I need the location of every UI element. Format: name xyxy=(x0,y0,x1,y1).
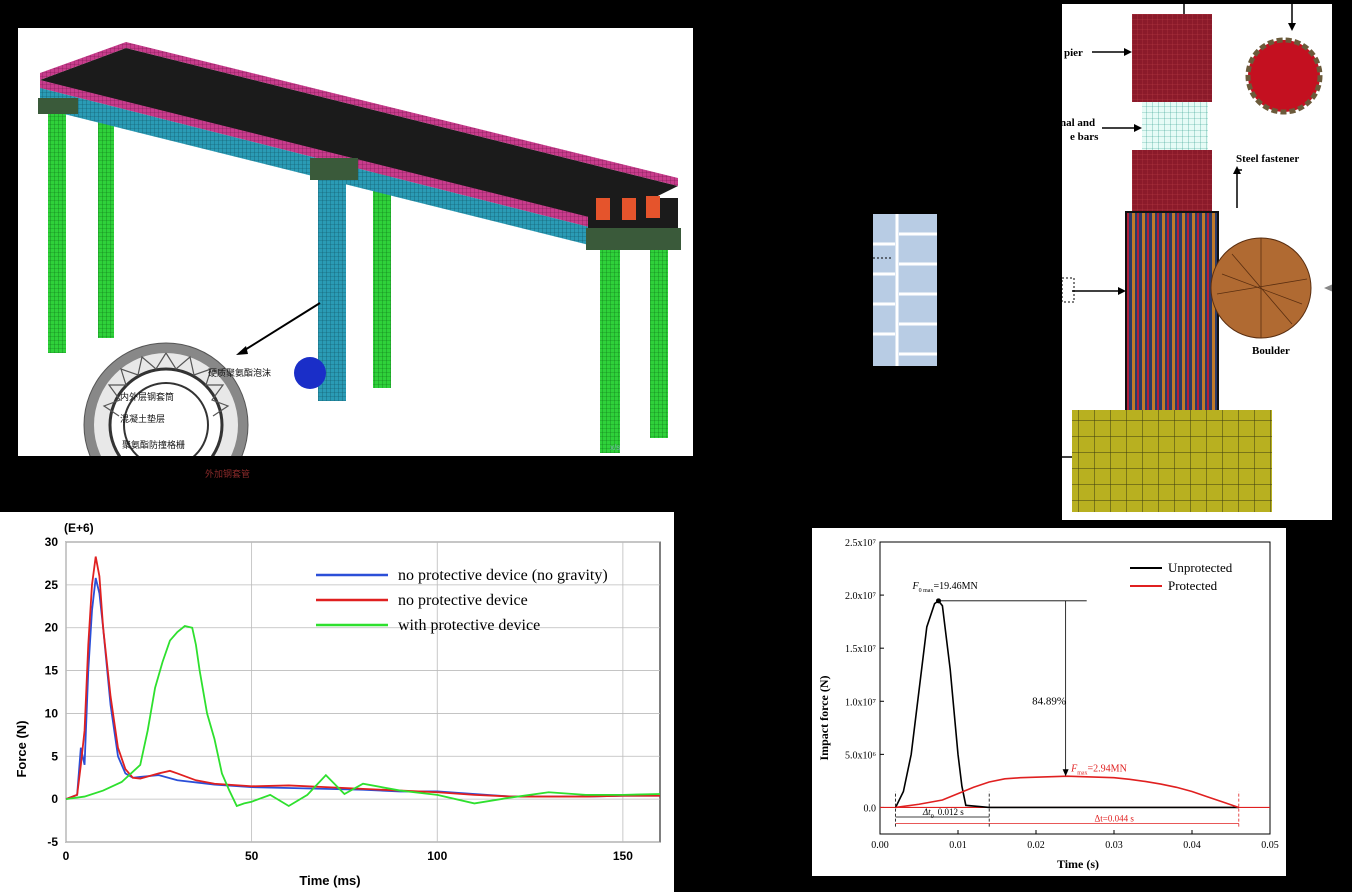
y-tick-label: 10 xyxy=(45,706,59,720)
series-line-1 xyxy=(65,556,660,800)
callout-outer-label: 硬质聚氨酯泡沫 xyxy=(208,367,271,378)
pier-model-illustration: pier nal and e bars Steel fastener Bould… xyxy=(1062,4,1332,512)
y-tick-label: 25 xyxy=(45,578,59,592)
annotation-dt0: Δt0 0.012 s xyxy=(922,807,964,820)
annotation-fmax0: F0 max=19.46MN xyxy=(912,581,978,594)
y-tick-label: 1.5x10⁷ xyxy=(845,644,877,655)
y-tick-label: 5 xyxy=(51,749,58,763)
legend-label-1: no protective device xyxy=(398,592,528,609)
x-tick-label: 0.01 xyxy=(949,840,967,851)
legend-label-2: with protective device xyxy=(398,617,540,634)
x-tick-label: 150 xyxy=(613,849,633,863)
impact-force-chart-panel: Time (s) Impact force (N) 0.0 5.0x10⁶ 1.0x… xyxy=(812,528,1286,876)
foundation xyxy=(1072,410,1272,512)
rebar-section xyxy=(1142,102,1208,150)
deck-surface xyxy=(40,48,678,228)
y-axis-label: Impact force (N) xyxy=(817,675,831,760)
y-tick-label: 1.0x10⁷ xyxy=(845,697,877,708)
force-time-chart-panel: (E+6) Time (ms) Force (N) -5 0 5 10 15 20 25 30… xyxy=(0,512,674,892)
protective-sleeve xyxy=(1125,211,1219,413)
fastener-detail-icon xyxy=(873,214,937,366)
callout-inner2-label: 混凝土垫层 xyxy=(120,413,165,424)
x-tick-label: 0.04 xyxy=(1183,840,1201,851)
y-tick-label: 20 xyxy=(45,621,59,635)
x-tick-label: 0.00 xyxy=(871,840,889,851)
impact-force-chart: Time (s) Impact force (N) 0.0 5.0x10⁶ 1.0x… xyxy=(817,538,1279,871)
callout-bottom-label: 外加钢套管 xyxy=(205,469,251,479)
label-pier: pier xyxy=(1064,47,1083,59)
x-tick-label: 0.02 xyxy=(1027,840,1045,851)
callout-inner3-label: 聚氨酯防撞格栅 xyxy=(122,439,185,450)
annotation-percent: 84.89% xyxy=(1032,695,1066,707)
label-bars-2: e bars xyxy=(1070,131,1099,143)
x-tick-label: 100 xyxy=(427,849,447,863)
y-tick-label: 0.0 xyxy=(864,803,877,814)
label-bars-1: nal and xyxy=(1062,117,1095,129)
legend-label-0: no protective device (no gravity) xyxy=(398,567,608,584)
y-exponent-label: (E+6) xyxy=(64,521,94,535)
x-tick-label: 0.03 xyxy=(1105,840,1123,851)
y-tick-label: 30 xyxy=(45,535,59,549)
series-line-2 xyxy=(65,625,661,808)
y-tick-label: 0 xyxy=(51,792,58,806)
x-tick-label: 0.05 xyxy=(1261,840,1279,851)
legend-label-0: Unprotected xyxy=(1168,560,1233,575)
boulder-sphere xyxy=(294,357,326,389)
y-axis-label: Force (N) xyxy=(14,720,29,777)
pier-left-front xyxy=(48,108,66,353)
y-tick-label: 2.0x10⁷ xyxy=(845,591,877,602)
y-tick-label: 5.0x10⁶ xyxy=(845,750,877,761)
annotation-dt: Δt=0.044 s xyxy=(1095,813,1135,823)
pier-model-panel: pier nal and e bars Steel fastener Bould… xyxy=(1062,4,1332,520)
pier-right-front xyxy=(600,243,620,453)
annotation-fmax: Fmax=2.94MN xyxy=(1070,763,1127,776)
y-tick-label: -5 xyxy=(47,835,58,849)
legend-label-1: Protected xyxy=(1168,578,1218,593)
pier-cross-section xyxy=(1245,37,1323,115)
pier-left-back xyxy=(98,108,114,338)
y-tick-label: 2.5x10⁷ xyxy=(845,538,877,549)
x-axis-label: Time (s) xyxy=(1057,857,1099,871)
pier-middle xyxy=(1132,150,1212,212)
callout-inner1-label: 内外层钢套筒 xyxy=(120,391,174,402)
x-tick-label: 0 xyxy=(63,849,70,863)
label-boulder: Boulder xyxy=(1252,345,1290,357)
label-steel-fastener: Steel fastener xyxy=(1236,153,1299,165)
x-tick-label: 50 xyxy=(245,849,259,863)
force-time-chart: (E+6) Time (ms) Force (N) -5 0 5 10 15 20 25 30… xyxy=(14,521,661,888)
bridge-model-panel: 硬质聚氨酯泡沫 内外层钢套筒 混凝土垫层 聚氨酯防撞格栅 x/s xyxy=(18,28,693,456)
pier-right-back xyxy=(650,228,668,438)
pier-middle-back xyxy=(373,173,391,388)
watermark-label: x/s xyxy=(610,443,620,452)
x-axis-label: Time (ms) xyxy=(299,873,360,888)
pier-upper xyxy=(1132,14,1212,102)
y-tick-label: 15 xyxy=(45,664,59,678)
series-line-1 xyxy=(895,775,1240,809)
bridge-model-illustration: 硬质聚氨酯泡沫 内外层钢套筒 混凝土垫层 聚氨酯防撞格栅 x/s xyxy=(38,42,681,456)
